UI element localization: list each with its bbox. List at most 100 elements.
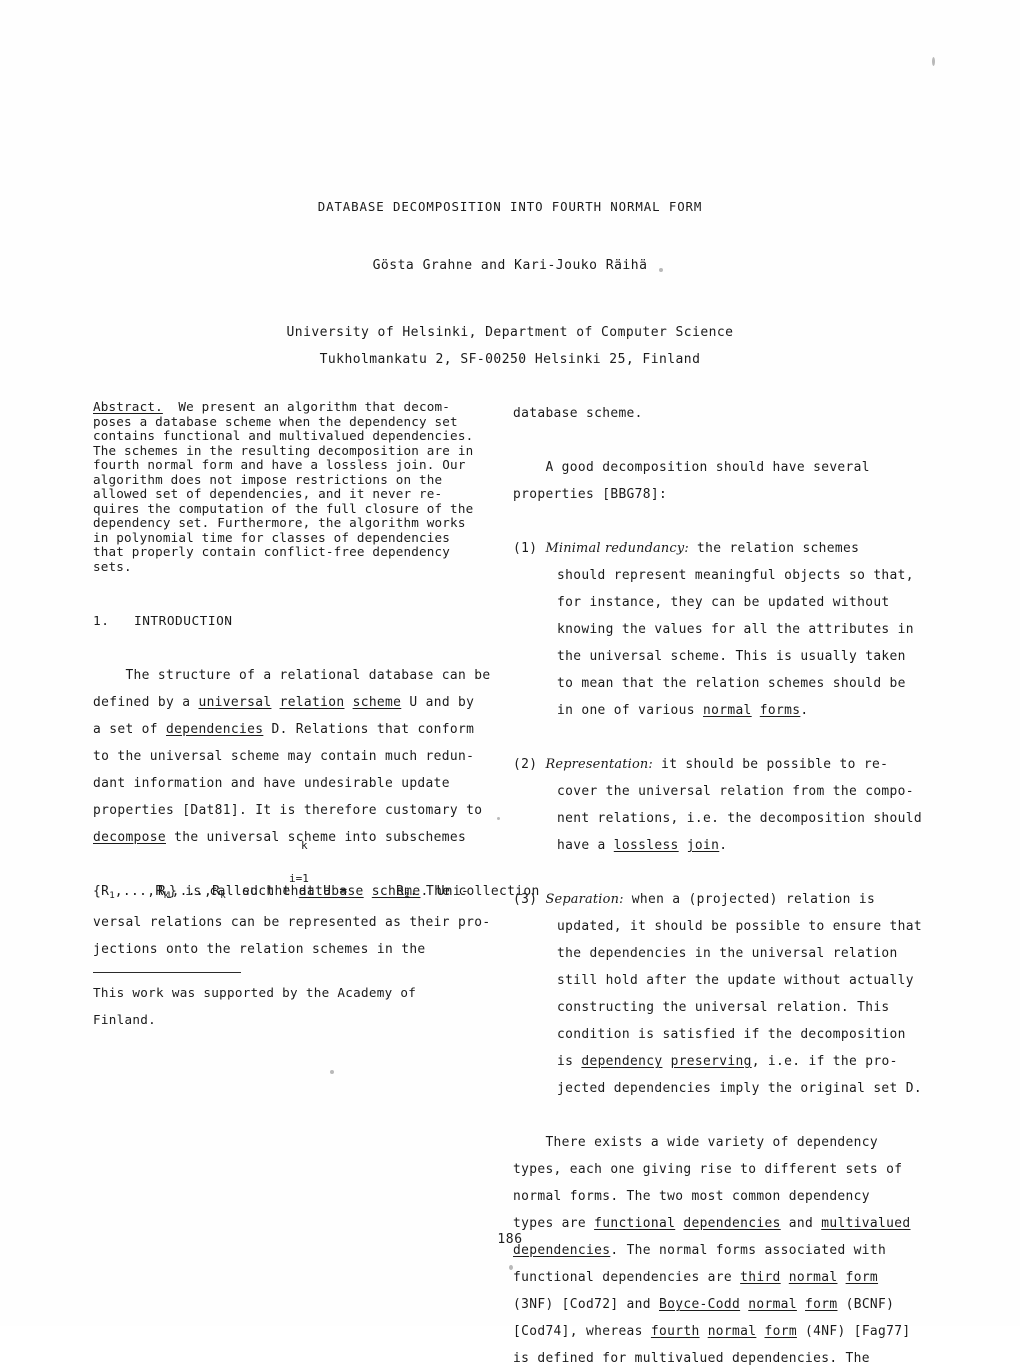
scan-speck [330, 1070, 334, 1074]
abstract-line: algorithm does not impose restrictions o… [93, 471, 443, 487]
body-line: is defined for multivalued dependencies.… [513, 1351, 870, 1366]
list-item: (2) Representation: it should be possibl… [513, 751, 922, 859]
math-expression-union: R1,...,Rk such that U = Ri. The collecti… [93, 840, 539, 901]
list-item-label: Separation: [545, 892, 624, 907]
body-text: [Cod74], whereas [513, 1324, 651, 1339]
body-line: A good decomposition should have several [513, 460, 870, 475]
body-text: (4NF) [Fag77] [796, 1324, 911, 1339]
term-form: form [764, 1324, 797, 1339]
body-line: [Cod74], whereas fourth normal form (4NF… [513, 1318, 917, 1345]
footnote-block: This work was supported by the Academy o… [93, 979, 489, 1033]
body-text [837, 1270, 845, 1285]
term-normal: normal [748, 1297, 797, 1312]
body-line: condition is satisfied if the decomposit… [557, 1027, 906, 1042]
term-universal: universal [198, 695, 272, 710]
page-number: 186 [497, 1232, 523, 1247]
abstract-line-text: We present an algorithm that decom- [162, 399, 451, 414]
body-line: normal forms. The two most common depend… [513, 1189, 870, 1204]
math-text: ,...,R [171, 884, 221, 899]
body-line: to the universal scheme may contain much… [93, 749, 475, 764]
body-text: have a [557, 838, 614, 853]
section-heading-introduction: 1. INTRODUCTION [93, 614, 233, 629]
body-line: the universal scheme. This is usually ta… [557, 649, 906, 664]
body-line: There exists a wide variety of dependenc… [513, 1135, 878, 1150]
body-text: (BCNF) [837, 1297, 895, 1312]
body-text [700, 1324, 708, 1339]
abstract-line: contains functional and multivalued depe… [93, 428, 474, 443]
union-upper-limit: k [301, 839, 308, 852]
list-item-number: (3) [513, 892, 538, 907]
union-lower-limit: i=1 [289, 872, 309, 885]
abstract-label: Abstract. [93, 399, 163, 414]
left-column: Abstract. We present an algorithm that d… [93, 399, 539, 1033]
term-normal: normal [788, 1270, 838, 1285]
abstract-line: allowed set of dependencies, and it neve… [93, 486, 443, 501]
body-line: properties [BBG78]: [513, 487, 668, 502]
list-item-number: (1) [513, 541, 538, 556]
body-line: types, each one giving rise to different… [513, 1162, 903, 1177]
body-line: in one of various normal forms. [557, 697, 917, 724]
body-line: jected dependencies imply the original s… [557, 1081, 922, 1096]
scan-speck [509, 1265, 513, 1270]
term-normal: normal [703, 703, 752, 718]
right-column: database scheme. A good decomposition sh… [513, 400, 922, 1372]
body-text [797, 1297, 805, 1312]
term-lossless: lossless [613, 838, 679, 853]
list-item-label: Minimal redundancy: [545, 541, 689, 556]
term-form: form [805, 1297, 838, 1312]
abstract-line: sets. [93, 558, 132, 574]
term-dependencies: dependencies [166, 722, 264, 737]
term-join: join [686, 838, 720, 853]
body-line: knowing the values for all the attribute… [557, 622, 914, 637]
body-line: database scheme. [513, 406, 643, 421]
body-line: decompose the universal scheme into subs… [93, 824, 489, 851]
body-text [752, 703, 760, 718]
paper-header: DATABASE DECOMPOSITION INTO FOURTH NORMA… [0, 198, 1020, 373]
body-text [679, 838, 687, 853]
list-item-number: (2) [513, 757, 538, 772]
body-text: U and by [401, 695, 475, 710]
body-line: to mean that the relation schemes should… [557, 676, 906, 691]
footnote-line: Finland. [93, 1012, 157, 1027]
affiliation-block: University of Helsinki, Department of Co… [0, 319, 1020, 373]
body-line: defined by a universal relation scheme U… [93, 689, 489, 716]
body-text: the universal scheme into subschemes [166, 830, 467, 845]
list-item: (3) Separation: when a (projected) relat… [513, 886, 922, 1102]
abstract-line: The schemes in the resulting decompositi… [93, 442, 474, 458]
body-line: properties [Dat81]. It is therefore cust… [93, 803, 483, 818]
body-text: it should be possible to re- [652, 757, 889, 772]
term-decompose: decompose [93, 830, 166, 845]
term-preserving: preserving [670, 1054, 752, 1069]
body-line: a set of dependencies D. Relations that … [93, 716, 489, 743]
term-fourth: fourth [650, 1324, 700, 1339]
body-line: (1) Minimal redundancy: the relation sch… [513, 535, 917, 562]
page-title: DATABASE DECOMPOSITION INTO FOURTH NORMA… [317, 199, 703, 214]
body-line: cover the universal relation from the co… [557, 784, 914, 799]
math-text: R [157, 884, 167, 899]
body-line: should represent meaningful objects so t… [557, 568, 914, 583]
body-text: , i.e. if the pro- [751, 1054, 898, 1069]
body-text: functional dependencies are [513, 1270, 741, 1285]
scan-speck [932, 57, 935, 66]
body-text: types are [513, 1216, 595, 1231]
list-item: (1) Minimal redundancy: the relation sch… [513, 535, 917, 724]
abstract-line: in polynomial time for classes of depend… [93, 529, 451, 545]
term-functional: functional [594, 1216, 676, 1231]
body-text: a set of [93, 722, 166, 737]
body-text: the relation schemes [688, 541, 860, 556]
intro-paragraph: The structure of a relational database c… [93, 662, 539, 963]
term-form: form [845, 1270, 879, 1285]
body-text [271, 695, 279, 710]
affiliation-line-2: Tukholmankatu 2, SF-00250 Helsinki 25, F… [319, 352, 701, 367]
body-line: have a lossless join. [557, 832, 917, 859]
continuation-paragraph: database scheme. [513, 400, 917, 427]
body-text: and [780, 1216, 822, 1231]
list-item-label: Representation: [545, 757, 653, 772]
body-line: constructing the universal relation. Thi… [557, 1000, 890, 1015]
term-dependencies: dependencies [683, 1216, 781, 1231]
term-dependency: dependency [581, 1054, 663, 1069]
body-text: (3NF) [Cod72] and [513, 1297, 659, 1312]
body-text [662, 1054, 670, 1069]
body-line: the dependencies in the universal relati… [557, 946, 898, 961]
body-line: updated, it should be possible to ensure… [557, 919, 922, 934]
